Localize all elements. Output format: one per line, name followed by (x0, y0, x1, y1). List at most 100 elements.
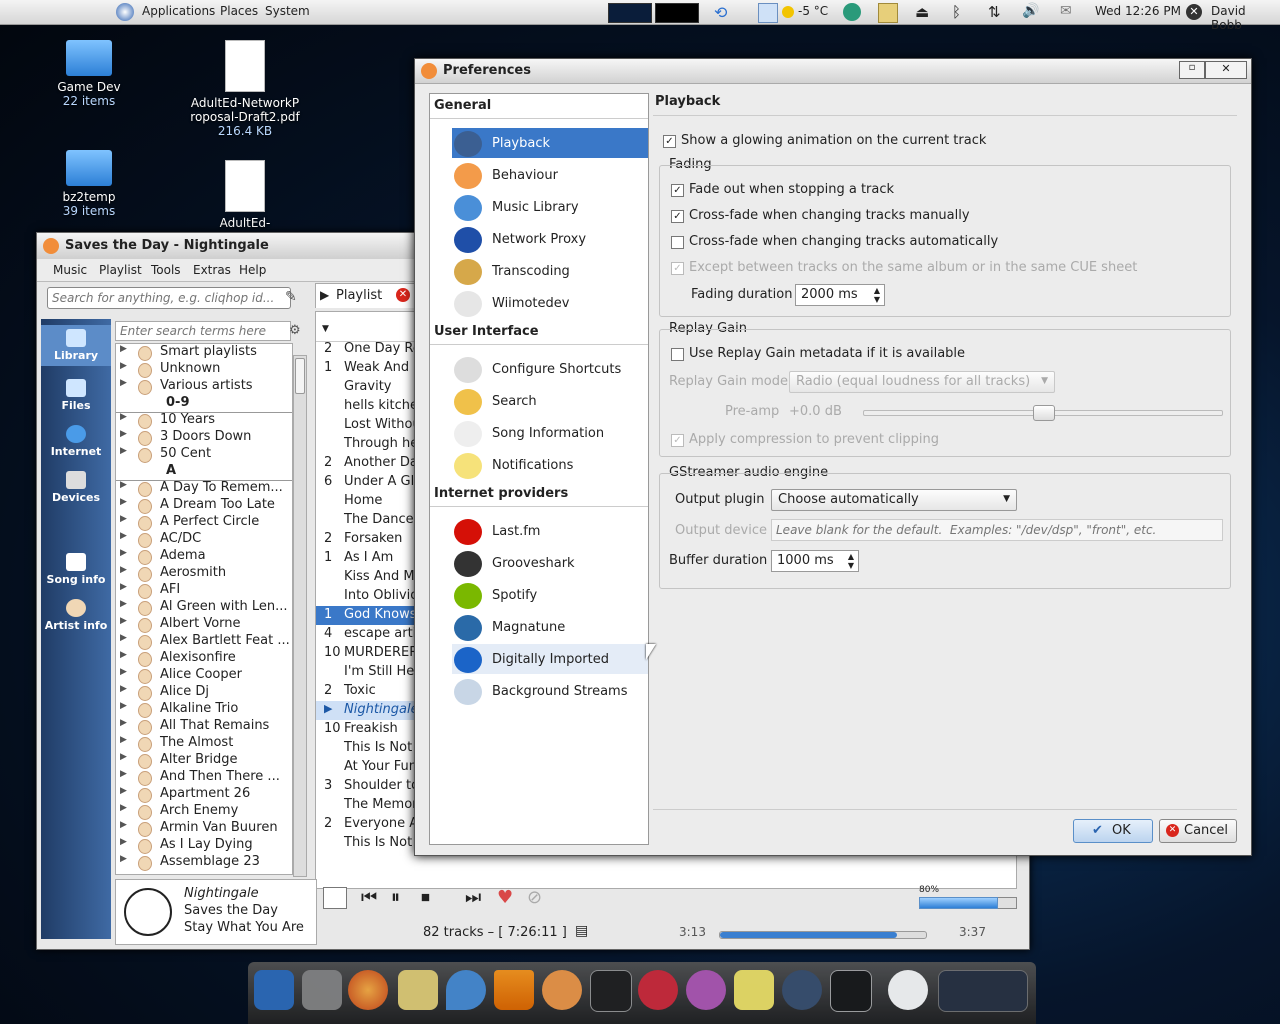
expand-arrow-icon[interactable]: ▶ (120, 837, 127, 847)
slider-handle[interactable] (1033, 405, 1055, 421)
dock-terminal-icon[interactable] (590, 970, 632, 1012)
library-item[interactable]: ▶ Armin Van Buuren (116, 820, 292, 837)
library-item[interactable]: ▶ Alice Cooper (116, 667, 292, 684)
weather-temp[interactable]: -5 °C (798, 4, 828, 18)
eject-icon[interactable]: ⏏ (915, 3, 933, 21)
love-icon[interactable]: ♥ (497, 887, 513, 908)
category-last-fm[interactable]: Last.fm (452, 516, 648, 546)
dock-steam-icon[interactable] (782, 970, 822, 1010)
category-network-proxy[interactable]: Network Proxy (452, 224, 648, 254)
expand-arrow-icon[interactable]: ▶ (120, 378, 127, 388)
cpu-monitor-icon[interactable] (655, 3, 699, 23)
network-monitor-icon[interactable] (608, 3, 652, 23)
category-configure-shortcuts[interactable]: Configure Shortcuts (452, 354, 648, 384)
library-item[interactable]: ▶ Apartment 26 (116, 786, 292, 803)
expand-arrow-icon[interactable]: ▶ (120, 752, 127, 762)
output-device-input[interactable] (771, 519, 1223, 541)
pause-button[interactable]: ⏸ (391, 887, 400, 908)
library-filter-input[interactable] (115, 321, 291, 341)
except-album-checkbox[interactable]: ✓ (671, 262, 684, 275)
dock-vlc-icon[interactable] (494, 970, 534, 1010)
menu-tools[interactable]: Tools (151, 263, 181, 277)
library-item[interactable]: ▶ Various artists (116, 378, 292, 395)
library-item[interactable]: ▶ Alexisonfire (116, 650, 292, 667)
library-item[interactable]: ▶ Assemblage 23 (116, 854, 292, 871)
network-arrows-icon[interactable]: ⇅ (988, 3, 1006, 21)
volume-slider[interactable] (919, 897, 1017, 909)
library-item[interactable]: ▶ AC/DC (116, 531, 292, 548)
spin-arrows-icon[interactable]: ▲ ▼ (874, 286, 880, 304)
dock-atom-icon[interactable] (830, 970, 872, 1012)
tab-playlist[interactable]: ▶ Playlist ✕ (315, 283, 417, 308)
preamp-slider[interactable] (863, 405, 1223, 421)
library-item[interactable]: ▶ A Dream Too Late (116, 497, 292, 514)
expand-arrow-icon[interactable]: ▶ (120, 616, 127, 626)
expand-arrow-icon[interactable]: ▶ (120, 514, 127, 524)
category-search[interactable]: Search (452, 386, 648, 416)
dock-mail-icon[interactable] (398, 970, 438, 1010)
dock-anchor-icon[interactable] (254, 970, 294, 1010)
library-item[interactable]: ▶ Alter Bridge (116, 752, 292, 769)
library-item[interactable]: ▶ A Perfect Circle (116, 514, 292, 531)
compression-checkbox[interactable]: ✓ (671, 434, 684, 447)
library-item[interactable]: ▶ Alice Dj (116, 684, 292, 701)
menu-extras[interactable]: Extras (193, 263, 231, 277)
ban-icon[interactable]: ⊘ (527, 887, 542, 908)
replay-mode-select[interactable]: Radio (equal loudness for all tracks) ▼ (789, 371, 1055, 393)
expand-arrow-icon[interactable]: ▶ (120, 735, 127, 745)
globe-icon[interactable] (843, 3, 861, 21)
library-item[interactable]: ▶ Unknown (116, 361, 292, 378)
library-item[interactable]: ▶ Al Green with Len... (116, 599, 292, 616)
expand-arrow-icon[interactable]: ▶ (120, 412, 127, 422)
library-item[interactable]: ▶ Alex Bartlett Feat ... (116, 633, 292, 650)
buffer-duration-spinbox[interactable]: 1000 ms ▲ ▼ (771, 550, 859, 572)
maximize-button[interactable]: ▫ (1179, 61, 1205, 79)
library-item[interactable]: ▶ A Day To Remem... (116, 480, 292, 497)
ok-button[interactable]: ✔ OK (1073, 819, 1153, 843)
expand-arrow-icon[interactable]: ▶ (120, 650, 127, 660)
dock-miro-icon[interactable] (638, 970, 678, 1010)
category-background-streams[interactable]: Background Streams (452, 676, 648, 706)
category-transcoding[interactable]: Transcoding (452, 256, 648, 286)
tab-song-info[interactable]: Song info (41, 553, 111, 586)
dock-pidgin-icon[interactable] (686, 970, 726, 1010)
expand-arrow-icon[interactable]: ▶ (120, 769, 127, 779)
expand-arrow-icon[interactable]: ▶ (120, 548, 127, 558)
expand-arrow-icon[interactable]: ▶ (120, 429, 127, 439)
dock-workspace-switcher[interactable] (938, 970, 1028, 1012)
tab-devices[interactable]: Devices (41, 471, 111, 504)
expand-arrow-icon[interactable]: ▶ (120, 684, 127, 694)
expand-arrow-icon[interactable]: ▶ (120, 497, 127, 507)
library-item[interactable]: ▶ Adema (116, 548, 292, 565)
library-item[interactable]: ▶ As I Lay Dying (116, 837, 292, 854)
bluetooth-icon[interactable]: ᛒ (952, 3, 970, 21)
library-item[interactable]: ▶ 3 Doors Down (116, 429, 292, 446)
expand-arrow-icon[interactable]: ▶ (120, 786, 127, 796)
seek-bar[interactable] (719, 931, 927, 939)
library-scrollbar[interactable] (293, 355, 307, 877)
glow-checkbox[interactable]: ✓ (663, 135, 676, 148)
category-grooveshark[interactable]: Grooveshark (452, 548, 648, 578)
menu-system[interactable]: System (265, 4, 310, 18)
close-button[interactable]: ✕ (1205, 61, 1247, 79)
expand-arrow-icon[interactable]: ▶ (120, 446, 127, 456)
dock-settings-icon[interactable] (302, 970, 342, 1010)
expand-arrow-icon[interactable]: ▶ (120, 633, 127, 643)
shutdown-icon[interactable]: ✕ (1186, 4, 1202, 20)
library-item[interactable]: ▶ Alkaline Trio (116, 701, 292, 718)
library-item[interactable]: ▶ Albert Vorne (116, 616, 292, 633)
expand-arrow-icon[interactable]: ▶ (120, 718, 127, 728)
menu-applications[interactable]: Applications (142, 4, 215, 18)
cross-auto-checkbox[interactable] (671, 236, 684, 249)
library-item[interactable]: ▶ The Almost (116, 735, 292, 752)
sync-icon[interactable]: ⟲ (714, 3, 732, 22)
category-behaviour[interactable]: Behaviour (452, 160, 648, 190)
sort-icon[interactable]: ▼ (322, 324, 329, 334)
output-plugin-select[interactable]: Choose automatically ▼ (771, 489, 1017, 511)
expand-arrow-icon[interactable]: ▶ (120, 803, 127, 813)
dock-clock-icon[interactable] (888, 970, 928, 1010)
fade-out-checkbox[interactable]: ✓ (671, 184, 684, 197)
previous-button[interactable]: ⏮ (361, 887, 377, 908)
clock[interactable]: Wed 12:26 PM (1095, 4, 1181, 18)
tab-library[interactable]: Library (41, 325, 111, 366)
